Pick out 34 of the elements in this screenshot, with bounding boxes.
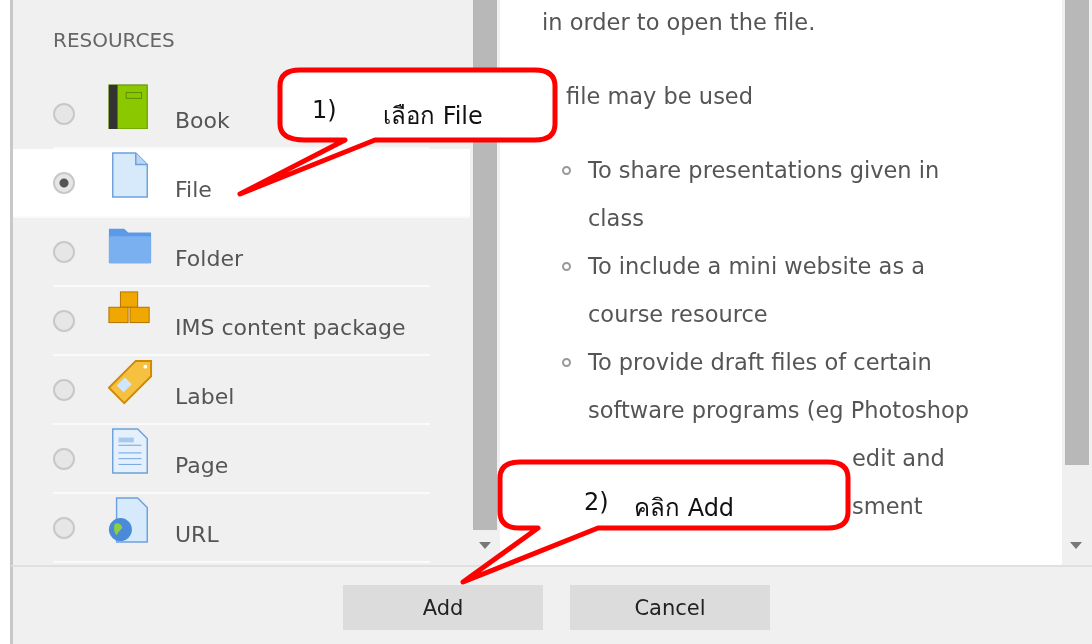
description-text: file may be used: [565, 82, 754, 111]
option-label: Label: [175, 384, 235, 409]
bullet-icon: [562, 262, 571, 271]
radio-button[interactable]: [53, 309, 75, 332]
scrollbar-thumb[interactable]: [1065, 0, 1089, 465]
tag-icon: [107, 358, 153, 405]
radio-button[interactable]: [53, 240, 75, 263]
section-heading: RESOURCES: [53, 28, 176, 54]
option-label: Page: [175, 453, 229, 478]
cancel-button[interactable]: Cancel: [570, 585, 770, 630]
callout-text: เลือก File: [383, 101, 483, 132]
callout-text: คลิก Add: [634, 493, 735, 524]
list-item-text: To include a mini website as a course resource: [588, 252, 927, 329]
radio-button[interactable]: [53, 378, 75, 401]
add-button[interactable]: Add: [343, 585, 543, 630]
radio-button[interactable]: [53, 171, 75, 194]
description-text: in order to open the file.: [542, 8, 817, 37]
callout-number: 1): [312, 96, 337, 124]
option-label: IMS content package: [175, 315, 406, 340]
radio-button[interactable]: [53, 447, 75, 470]
option-label: File: [175, 177, 212, 202]
option-label: Book: [175, 108, 230, 133]
list-item-text: sment: [852, 492, 923, 521]
option-label: Folder: [175, 246, 243, 271]
list-item-text: To share presentations given in class: [588, 156, 941, 233]
list-item-text: edit and: [852, 444, 945, 473]
bullet-icon: [562, 358, 571, 367]
callout-number: 2): [584, 488, 609, 516]
radio-button[interactable]: [53, 516, 75, 539]
scroll-down-icon[interactable]: [479, 542, 491, 549]
radio-button[interactable]: [53, 102, 75, 125]
bullet-icon: [562, 166, 571, 175]
scroll-down-icon[interactable]: [1070, 542, 1082, 549]
option-label: URL: [175, 522, 219, 547]
